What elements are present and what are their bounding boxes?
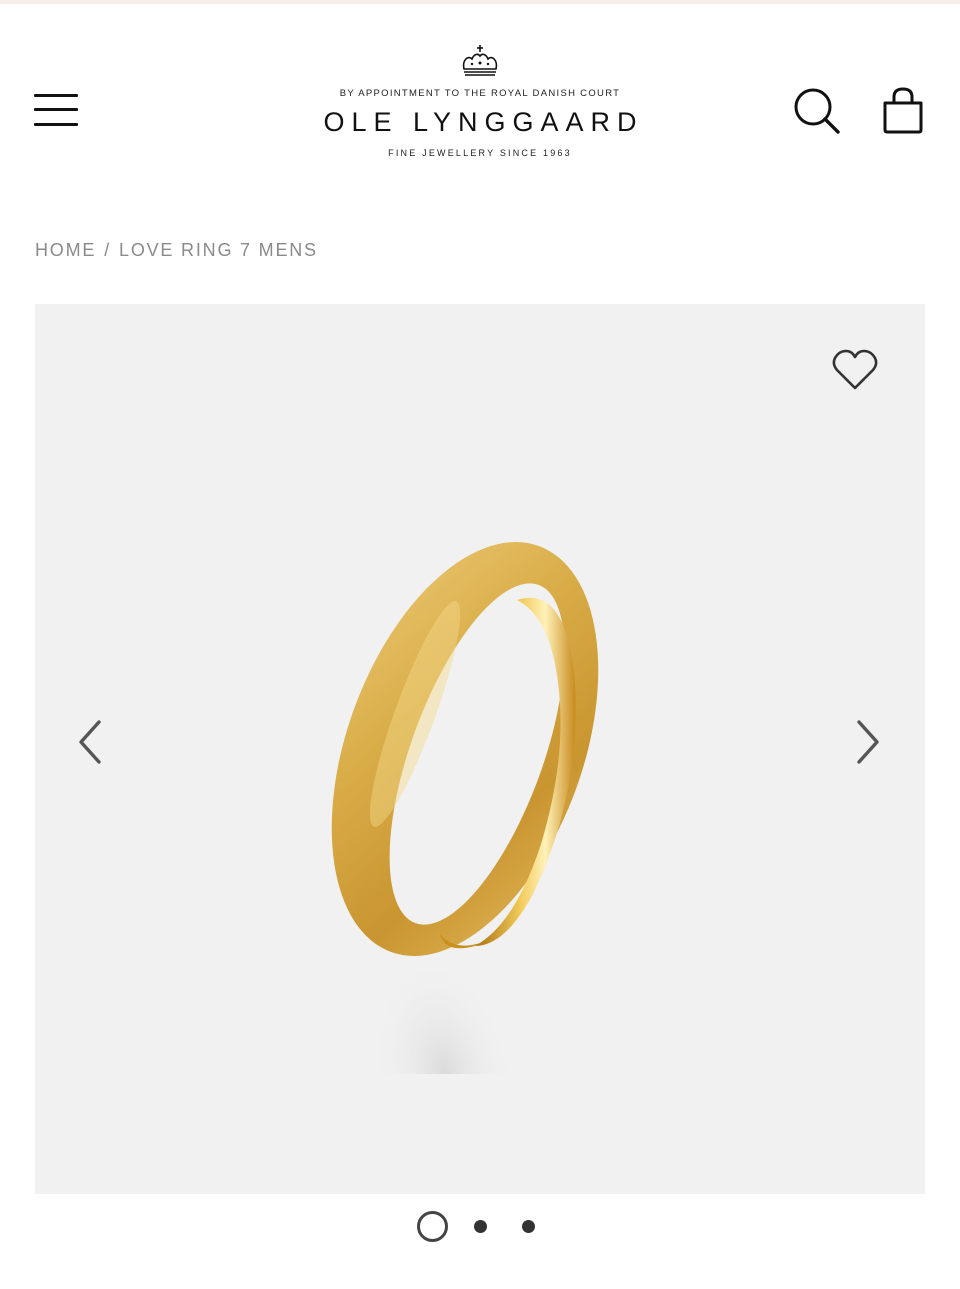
- breadcrumb-separator: /: [104, 240, 112, 260]
- brand-name: OLE LYNGGAARD: [323, 107, 644, 137]
- brand-tagline: FINE JEWELLERY SINCE 1963: [388, 148, 572, 158]
- chevron-right-icon: [857, 720, 879, 764]
- menu-button[interactable]: [34, 92, 80, 130]
- gallery-dot-2[interactable]: [474, 1220, 487, 1233]
- hamburger-menu-icon: [34, 94, 78, 97]
- shopping-bag-icon: [883, 87, 923, 134]
- search-button[interactable]: [792, 86, 842, 136]
- gallery-dot-3[interactable]: [522, 1220, 535, 1233]
- site-logo[interactable]: BY APPOINTMENT TO THE ROYAL DANISH COURT…: [280, 44, 680, 158]
- crown-icon: [462, 45, 498, 76]
- previous-image-button[interactable]: [73, 718, 107, 766]
- gallery-dot-1-active[interactable]: [417, 1211, 448, 1242]
- wishlist-button[interactable]: [831, 348, 879, 392]
- product-image-gallery[interactable]: [35, 304, 925, 1194]
- breadcrumb-home-link[interactable]: HOME: [35, 240, 96, 260]
- royal-appointment-text: BY APPOINTMENT TO THE ROYAL DANISH COURT: [339, 88, 621, 99]
- heart-icon: [832, 349, 878, 390]
- next-image-button[interactable]: [851, 718, 885, 766]
- search-icon: [794, 88, 840, 134]
- breadcrumb-current: LOVE RING 7 MENS: [119, 240, 318, 260]
- gallery-pagination: [0, 1210, 960, 1244]
- breadcrumb: HOME / LOVE RING 7 MENS: [35, 240, 318, 261]
- shopping-bag-button[interactable]: [880, 86, 926, 136]
- product-image-ring: [331, 542, 599, 1074]
- top-accent-bar: [0, 0, 960, 4]
- chevron-left-icon: [79, 720, 101, 764]
